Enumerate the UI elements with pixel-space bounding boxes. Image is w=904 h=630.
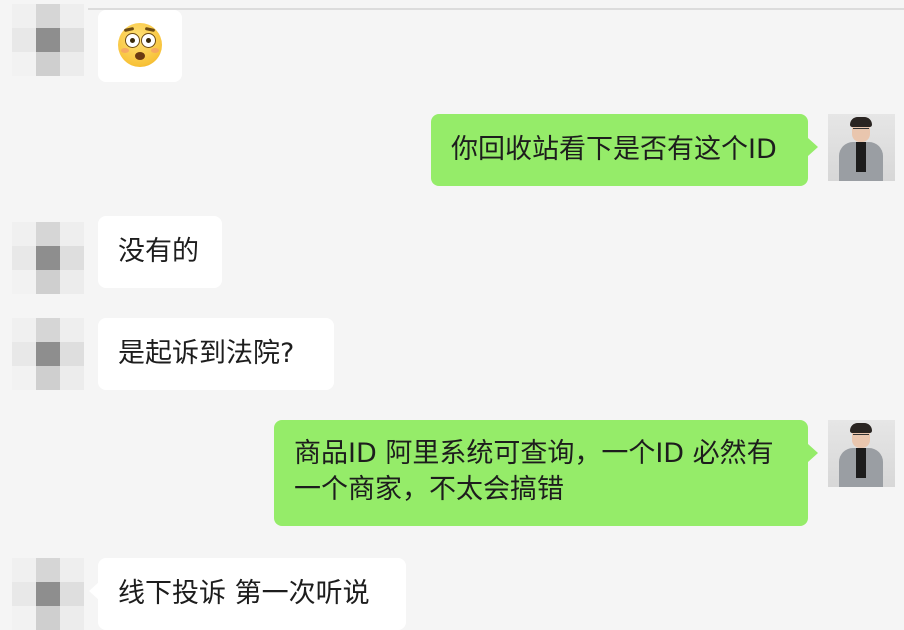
message-text: 没有的 <box>118 236 199 267</box>
message-bubble[interactable]: 线下投诉 第一次听说 <box>89 558 406 630</box>
message-text: 商品ID 阿里系统可查询，一个ID 必然有一个商家，不太会搞错 <box>294 438 774 505</box>
message-bubble[interactable]: 是起诉到法院? <box>98 318 334 390</box>
message-text: 是起诉到法院? <box>118 338 295 369</box>
avatar[interactable] <box>12 558 84 630</box>
message-bubble[interactable]: 没有的 <box>98 216 222 288</box>
divider <box>88 8 904 10</box>
message-bubble[interactable] <box>98 10 182 82</box>
message-text: 线下投诉 第一次听说 <box>118 578 370 609</box>
avatar[interactable] <box>12 4 84 76</box>
avatar[interactable] <box>12 318 84 390</box>
message-bubble[interactable]: 商品ID 阿里系统可查询，一个ID 必然有一个商家，不太会搞错 <box>274 420 818 526</box>
avatar[interactable] <box>828 114 895 181</box>
chat-area: 你回收站看下是否有这个ID 没有的 是起诉到法院? 商品ID 阿里系统可查询，一… <box>0 0 904 630</box>
message-text: 你回收站看下是否有这个ID <box>451 134 777 165</box>
message-bubble[interactable]: 你回收站看下是否有这个ID <box>431 114 818 186</box>
avatar[interactable] <box>12 222 84 294</box>
avatar[interactable] <box>828 420 895 487</box>
flushed-face-icon <box>118 23 162 67</box>
